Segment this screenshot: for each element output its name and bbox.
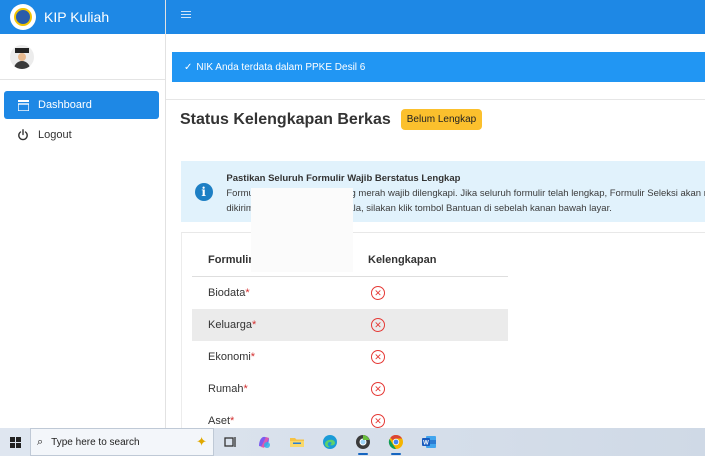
- forms-table: Formulir Kelengkapan Biodata* ✕ Keluarga…: [192, 244, 508, 437]
- x-circle-icon: ✕: [371, 286, 385, 300]
- info-icon: i: [194, 182, 213, 201]
- sidebar-item-dashboard[interactable]: Dashboard: [4, 91, 159, 119]
- required-mark: *: [230, 415, 235, 427]
- file-explorer-icon[interactable]: [280, 428, 313, 456]
- info-title: Pastikan Seluruh Formulir Wajib Berstatu…: [226, 173, 461, 184]
- word-icon[interactable]: W: [412, 428, 445, 456]
- main-content: ✓ NIK Anda terdata dalam PPKE Desil 6 St…: [166, 34, 705, 428]
- alert-banner: ✓ NIK Anda terdata dalam PPKE Desil 6: [172, 52, 705, 82]
- title-row: Status Kelengkapan Berkas Belum Lengkap: [180, 109, 483, 130]
- brand-name: KIP Kuliah: [44, 9, 110, 25]
- required-mark: *: [243, 383, 248, 395]
- x-circle-icon: ✕: [371, 350, 385, 364]
- sidebar-item-label: Dashboard: [38, 99, 92, 111]
- search-placeholder: Type here to search: [51, 436, 140, 448]
- x-circle-icon: ✕: [371, 414, 385, 428]
- avatar[interactable]: [10, 44, 34, 69]
- copilot-icon[interactable]: [247, 428, 280, 456]
- start-button[interactable]: [0, 428, 30, 456]
- required-mark: *: [250, 351, 256, 363]
- form-label: Ekonomi: [208, 351, 251, 363]
- sidebar: KIP Kuliah Dashboard Logout: [0, 0, 166, 428]
- sidebar-item-label: Logout: [38, 129, 72, 141]
- top-bar: [166, 0, 705, 34]
- user-area: [0, 34, 165, 80]
- search-icon: ⌕: [37, 435, 44, 448]
- required-mark: *: [252, 319, 257, 331]
- windows-icon: [9, 436, 21, 448]
- dashboard-icon: [16, 99, 30, 111]
- redacted-area: [251, 188, 353, 272]
- status-badge: Belum Lengkap: [400, 109, 483, 130]
- taskbar: ⌕ Type here to search ✦ W: [0, 428, 705, 456]
- check-icon: ✓: [184, 61, 193, 73]
- alert-text: NIK Anda terdata dalam PPKE Desil 6: [196, 61, 366, 73]
- bottom-strip: [0, 456, 705, 470]
- header-kelengkapan: Kelengkapan: [368, 254, 437, 266]
- table-row[interactable]: Rumah* ✕: [192, 373, 508, 405]
- brand-logo: [10, 4, 36, 30]
- svg-text:W: W: [423, 441, 429, 447]
- form-label: Keluarga: [208, 319, 253, 331]
- menu-toggle-icon[interactable]: [181, 11, 191, 20]
- chrome-alt-icon[interactable]: [346, 428, 379, 456]
- task-view-icon[interactable]: [214, 428, 247, 456]
- edge-icon[interactable]: [313, 428, 346, 456]
- x-circle-icon: ✕: [371, 318, 385, 332]
- form-label: Aset: [208, 415, 231, 427]
- required-mark: *: [245, 287, 250, 299]
- table-row[interactable]: Ekonomi* ✕: [192, 341, 508, 373]
- table-row[interactable]: Keluarga* ✕: [192, 309, 508, 341]
- brand-bar[interactable]: KIP Kuliah: [0, 0, 165, 34]
- x-circle-icon: ✕: [371, 382, 385, 396]
- taskbar-search[interactable]: ⌕ Type here to search ✦: [30, 428, 214, 456]
- form-label: Rumah: [208, 383, 244, 395]
- sidebar-item-logout[interactable]: Logout: [4, 121, 159, 149]
- table-row[interactable]: Biodata* ✕: [192, 277, 508, 309]
- divider: [166, 99, 705, 100]
- page-title: Status Kelengkapan Berkas: [180, 110, 391, 128]
- form-label: Biodata: [208, 287, 246, 299]
- chrome-icon[interactable]: [379, 428, 412, 456]
- sparkle-icon: ✦: [196, 434, 207, 449]
- power-icon: [16, 129, 30, 141]
